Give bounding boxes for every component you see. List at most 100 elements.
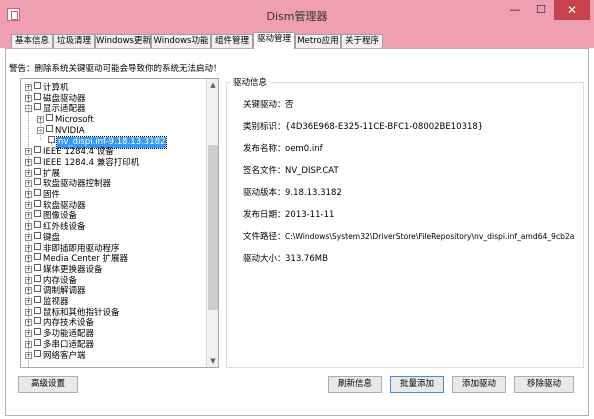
tree-checkbox[interactable] [34, 103, 41, 111]
tab-windows-update[interactable]: Windows更新 [95, 34, 151, 48]
tree-checkbox[interactable] [34, 349, 41, 357]
tree-item[interactable]: + 计算机 [25, 82, 69, 93]
tab-driver-management[interactable]: 驱动管理 [253, 32, 295, 49]
tree-checkbox[interactable] [34, 210, 41, 218]
tree-expander-icon[interactable]: + [37, 116, 44, 124]
tree-item[interactable]: + 网络客户端 [25, 349, 86, 361]
tree-checkbox[interactable] [34, 92, 41, 100]
tree-checkbox[interactable] [34, 231, 41, 239]
driver-tree[interactable]: + 计算机 + 磁盘驱动器 − 显示适配器 + Microsoft − NVIDIA nv_disp… [20, 78, 219, 368]
tree-item[interactable]: + 软盘驱动器控制器 [25, 178, 111, 189]
minimize-button[interactable]: — [502, 0, 528, 20]
tree-expander-icon[interactable]: + [25, 319, 32, 327]
tree-item[interactable]: + 多功能适配器 [25, 328, 94, 339]
tree-expander-icon[interactable]: − [25, 105, 32, 113]
tree-item[interactable]: + 键盘 [25, 231, 60, 243]
tree-expander-icon[interactable]: + [25, 158, 32, 166]
tree-checkbox[interactable] [34, 296, 41, 303]
tree-checkbox[interactable] [46, 114, 53, 122]
tree-item[interactable]: + 鼠标和其他指针设备 [25, 306, 120, 318]
tree-item[interactable]: + Microsoft [37, 114, 94, 125]
scroll-down-arrow-icon[interactable]: ▼ [207, 355, 219, 367]
tree-expander-icon[interactable]: + [25, 212, 32, 220]
tree-item[interactable]: + 图像设备 [25, 210, 77, 221]
tree-expander-icon[interactable]: + [25, 255, 32, 263]
tree-expander-icon[interactable]: + [25, 233, 32, 241]
tree-checkbox[interactable] [34, 156, 41, 164]
tab-windows-features[interactable]: Windows功能 [151, 34, 211, 48]
tree-expander-icon[interactable]: + [25, 201, 32, 209]
tree-item[interactable]: + IEEE 1284.4 兼容打印机 [25, 156, 139, 168]
tree-expander-icon[interactable]: + [25, 148, 32, 156]
tree-item[interactable]: + 内存设备 [25, 274, 77, 286]
tree-checkbox[interactable] [34, 263, 41, 271]
tree-expander-icon[interactable]: + [25, 351, 32, 359]
advanced-settings-button[interactable]: 高级设置 [18, 376, 78, 393]
tree-checkbox[interactable] [34, 274, 41, 282]
tree-item[interactable]: − NVIDIA [37, 124, 85, 136]
tree-item[interactable]: + 红外线设备 [25, 221, 86, 232]
close-button[interactable]: ✕ [554, 0, 590, 20]
tab-junk-cleanup[interactable]: 垃圾清理 [53, 34, 95, 48]
batch-add-button[interactable]: 批量添加 [390, 376, 444, 393]
tree-expander-icon[interactable]: + [25, 330, 32, 338]
tree-item[interactable]: + 软盘驱动器 [25, 199, 86, 211]
tree-checkbox[interactable] [34, 338, 41, 346]
tree-item[interactable]: + 多串口适配器 [25, 338, 94, 350]
tree-checkbox[interactable] [34, 306, 41, 314]
tree-scrollbar[interactable]: ▲ ▼ [206, 79, 218, 367]
tree-expander-icon[interactable]: + [25, 265, 32, 273]
tree-expander-icon[interactable]: + [25, 94, 32, 102]
tab-component-management[interactable]: 组件管理 [211, 34, 253, 48]
tree-expander-icon[interactable]: + [25, 340, 32, 348]
tree-expander-icon[interactable]: + [25, 191, 32, 198]
tree-item[interactable]: − 显示适配器 [25, 103, 86, 114]
tree-item[interactable]: + 监视器 [25, 296, 69, 307]
refresh-info-button[interactable]: 刷新信息 [328, 376, 382, 393]
tree-expander-icon[interactable]: + [25, 298, 32, 305]
tree-checkbox[interactable] [34, 317, 41, 325]
tree-checkbox[interactable] [34, 146, 41, 154]
tree-checkbox[interactable] [34, 253, 41, 261]
tree-checkbox[interactable] [34, 167, 41, 175]
tree-item[interactable]: + 扩展 [25, 167, 60, 179]
tree-checkbox[interactable] [46, 124, 53, 132]
tree-checkbox[interactable] [34, 285, 41, 293]
tree-item[interactable]: + IEEE 1284.4 设备 [25, 146, 114, 157]
tree-item[interactable]: + 内存技术设备 [25, 317, 94, 328]
field-file-path: 文件路径：C:\Windows\System32\DriverStore\Fil… [243, 230, 574, 242]
tree-expander-icon[interactable]: + [25, 169, 32, 177]
tree-expander-icon[interactable]: + [25, 84, 32, 91]
field-release-date: 发布日期：2013-11-11 [243, 208, 334, 220]
tree-expander-icon[interactable]: + [25, 223, 32, 231]
tab-about[interactable]: 关于程序 [341, 34, 383, 48]
tree-checkbox[interactable] [34, 82, 41, 89]
tree-item[interactable]: + 媒体更换器设备 [25, 263, 103, 275]
tree-checkbox[interactable] [34, 199, 41, 207]
tree-item[interactable]: + 固件 [25, 189, 60, 200]
tree-expander-icon[interactable]: + [25, 276, 32, 284]
tree-item[interactable]: nv_dispi.inf-9.18.13.3182 [48, 135, 168, 149]
tab-metro-apps[interactable]: Metro应用 [295, 34, 341, 48]
tree-item[interactable]: + 磁盘驱动器 [25, 92, 86, 104]
tree-checkbox[interactable] [34, 189, 41, 196]
tab-basic-info[interactable]: 基本信息 [11, 34, 53, 48]
tree-checkbox[interactable] [34, 178, 41, 186]
tree-checkbox[interactable] [34, 221, 41, 229]
tree-item[interactable]: + 调制解调器 [25, 285, 86, 296]
tree-expander-icon[interactable]: + [25, 308, 32, 316]
tree-item[interactable]: + Media Center 扩展器 [25, 253, 128, 264]
remove-driver-button[interactable]: 移除驱动 [514, 376, 574, 393]
tree-checkbox[interactable] [34, 242, 41, 250]
tree-expander-icon[interactable]: − [37, 126, 44, 134]
tree-checkbox[interactable] [34, 328, 41, 336]
scroll-thumb[interactable] [208, 145, 218, 310]
tree-expander-icon[interactable]: + [25, 287, 32, 295]
add-driver-button[interactable]: 添加驱动 [452, 376, 506, 393]
tree-item[interactable]: + 非即插即用驱动程序 [25, 242, 120, 254]
tree-expander-icon[interactable]: + [25, 244, 32, 252]
tree-checkbox[interactable] [48, 135, 55, 143]
tree-expander-icon[interactable]: + [25, 180, 32, 188]
maximize-button[interactable]: ☐ [528, 0, 554, 20]
scroll-up-arrow-icon[interactable]: ▲ [207, 79, 219, 91]
